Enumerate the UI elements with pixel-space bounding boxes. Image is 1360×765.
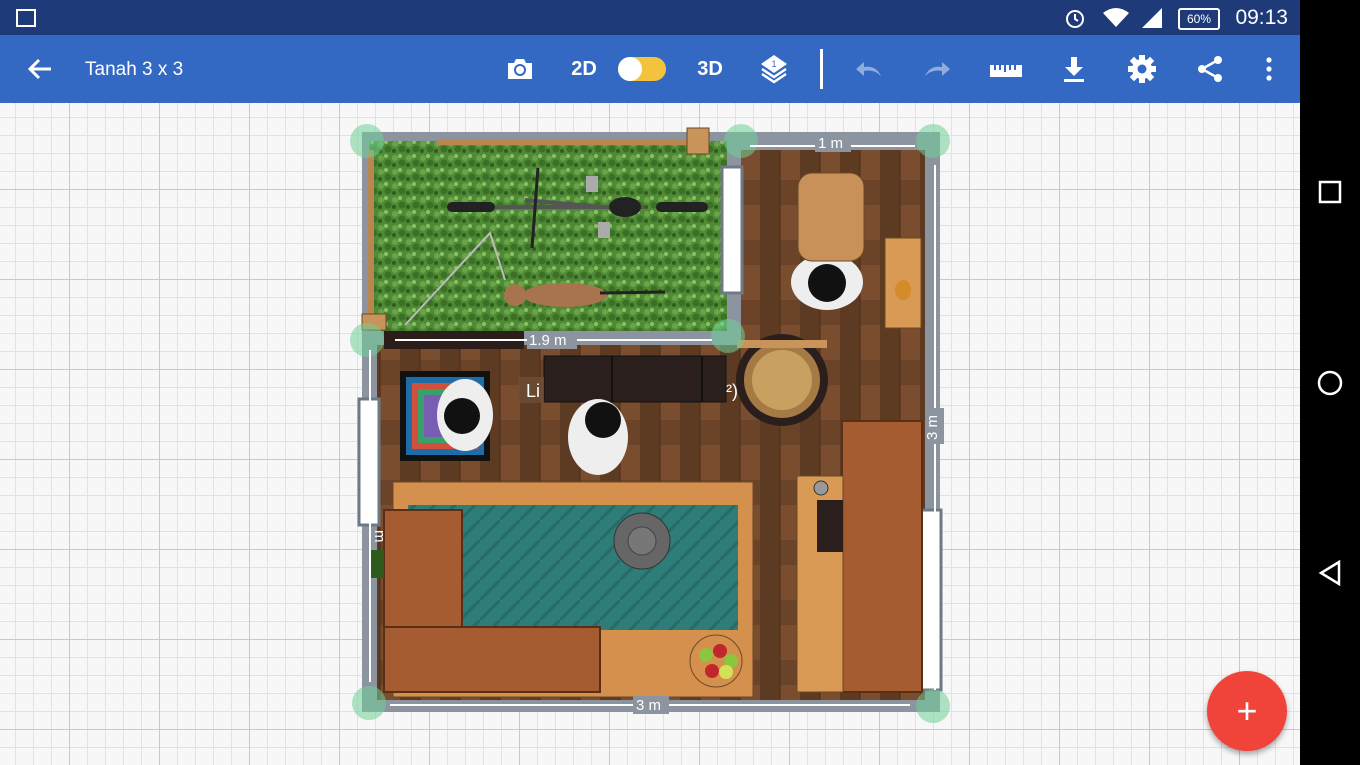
plant[interactable]	[370, 550, 384, 578]
arrow-left-icon	[27, 58, 51, 80]
wine-rack[interactable]	[817, 500, 843, 552]
view-mode-toggle[interactable]	[618, 57, 666, 81]
add-label: +	[1236, 690, 1258, 731]
app-toolbar: Tanah 3 x 3 2D 3D 1	[0, 35, 1300, 103]
wall-shelf[interactable]	[737, 340, 827, 348]
recents-button[interactable]	[1318, 180, 1342, 204]
room-label: Li	[526, 381, 540, 401]
settings-button[interactable]	[1125, 51, 1159, 87]
sofa-bottom[interactable]	[383, 626, 601, 693]
floor-plan-canvas[interactable]: Li ²) 1 m 1.9 m 3 m 3 m m	[0, 103, 1300, 765]
mode-2d-button[interactable]: 2D	[566, 51, 602, 87]
camera-button[interactable]	[503, 51, 537, 87]
redo-button[interactable]	[920, 51, 954, 87]
floor-plan[interactable]: Li ²) 1 m 1.9 m 3 m 3 m m	[0, 103, 1300, 765]
dimension-right: 3 m	[924, 415, 941, 440]
person[interactable]	[437, 379, 493, 451]
undo-icon	[856, 62, 881, 76]
bread-item[interactable]	[895, 280, 911, 300]
share-icon	[1198, 56, 1222, 82]
download-icon	[1064, 57, 1084, 82]
more-vert-icon	[1266, 57, 1272, 81]
add-item-fab[interactable]: +	[1207, 671, 1287, 751]
ruler-button[interactable]	[988, 51, 1024, 87]
mode-3d-button[interactable]: 3D	[692, 51, 728, 87]
toolbar-divider	[820, 49, 823, 89]
alarm-icon	[1066, 10, 1084, 28]
back-button[interactable]	[24, 51, 56, 87]
garden-fence-left[interactable]	[368, 150, 374, 330]
download-button[interactable]	[1057, 51, 1091, 87]
garden-fence-top[interactable]	[437, 139, 697, 145]
gear-icon	[1128, 55, 1156, 83]
dimension-left: m	[371, 530, 388, 543]
layers-icon: 1	[761, 55, 787, 84]
layer-number: 1	[771, 59, 776, 69]
gallery-notification-icon	[16, 9, 36, 27]
share-button[interactable]	[1193, 51, 1227, 87]
window-garden[interactable]	[720, 165, 744, 295]
fruit-bowl[interactable]	[689, 634, 743, 688]
undo-button[interactable]	[852, 51, 886, 87]
project-title: Tanah 3 x 3	[85, 59, 184, 80]
status-bar: 60% 09:13	[0, 0, 1300, 35]
dimension-bottom: 3 m	[636, 697, 661, 714]
overflow-menu-button[interactable]	[1258, 51, 1280, 87]
dining-table[interactable]	[797, 172, 865, 262]
person[interactable]	[791, 254, 863, 310]
back-nav-button[interactable]	[1318, 560, 1342, 586]
person[interactable]	[568, 399, 628, 475]
tv-cabinet[interactable]	[543, 355, 727, 403]
window-right[interactable]	[919, 508, 943, 692]
dimension-mid: 1.9 m	[529, 332, 567, 349]
home-button[interactable]	[1317, 370, 1343, 396]
signal-icon	[1142, 8, 1162, 28]
clock: 09:13	[1235, 6, 1288, 29]
toggle-knob	[618, 57, 642, 81]
redo-icon	[925, 62, 950, 76]
sink[interactable]	[813, 480, 829, 496]
camera-icon	[508, 59, 532, 79]
kitchen-counter[interactable]	[841, 420, 923, 693]
battery-indicator: 60%	[1178, 8, 1220, 30]
dimension-top: 1 m	[818, 135, 843, 152]
system-navigation-bar	[1300, 0, 1360, 765]
wifi-icon	[1103, 8, 1129, 27]
ruler-icon	[990, 65, 1022, 77]
layers-button[interactable]: 1	[757, 51, 791, 87]
fence-post[interactable]	[686, 127, 710, 155]
